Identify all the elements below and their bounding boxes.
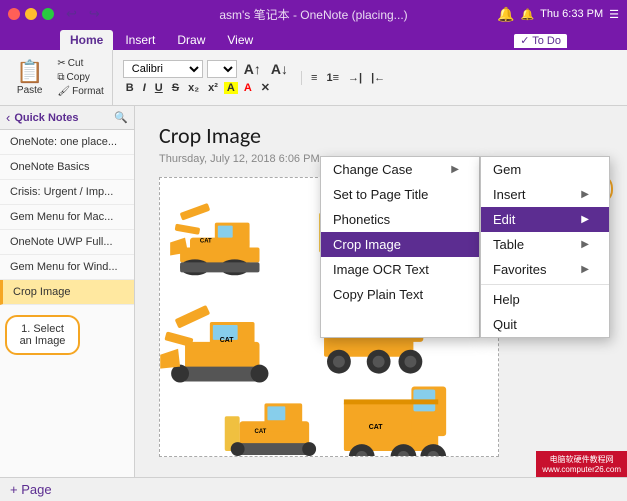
paste-label: Paste [17,85,43,96]
copy-icon: ⧉ [57,72,64,83]
traffic-lights [8,8,54,20]
cut-button[interactable]: ✂ Cut [53,57,107,70]
website-line2: www.computer26.com [542,465,621,474]
strikethrough-button[interactable]: S [169,81,182,95]
paste-group: 📋 Paste ✂ Cut ⧉ Copy 🖌 Format [6,50,113,105]
submenu-arrow-table: ▶ [581,239,589,250]
tab-insert[interactable]: Insert [115,30,165,50]
context-menu: Change Case ▶ Set to Page Title Phonetic… [320,156,480,338]
title-bar: ↩ ↪ asm's 笔记本 - OneNote (placing...) 🔔 🔔… [0,0,627,28]
menu-icon[interactable]: ☰ [609,8,619,21]
italic-button[interactable]: I [140,81,149,95]
svg-text:CAT: CAT [220,337,235,344]
search-icon[interactable]: 🔍 [114,111,128,124]
text-format-group: Calibri 11 A↑ A↓ B I U S x₂ x² A A ✕ [117,60,297,95]
maximize-button[interactable] [42,8,54,20]
clock-time: Thu 6:33 PM [540,8,603,20]
bell-icon: 🔔 [520,8,534,21]
arrow-icon: ▶ [451,164,459,175]
page-title: Crop Image [159,122,603,149]
close-button[interactable] [8,8,20,20]
menu-item-ocr[interactable]: Image OCR Text [321,257,479,282]
decrease-font-icon[interactable]: A↓ [268,60,291,78]
submenu-item-favorites[interactable]: Favorites ▶ [481,257,609,282]
undo-icon[interactable]: ↩ [64,5,79,23]
sidebar-search[interactable]: ‹ Quick Notes 🔍 [0,106,134,130]
toolbar: 📋 Paste ✂ Cut ⧉ Copy 🖌 Format Calibri [0,50,627,106]
submenu-arrow-favorites: ▶ [581,264,589,275]
bullet-list-button[interactable]: ≡ [308,71,320,85]
numbered-list-button[interactable]: 1≡ [323,71,342,85]
website-line1: 电脑软硬件教程网 [542,454,621,465]
clear-format-button[interactable]: ✕ [258,80,273,95]
paste-icon: 📋 [16,59,43,85]
font-color-button[interactable]: A [241,81,255,95]
submenu-item-gem[interactable]: Gem [481,157,609,182]
menu-item-crop-image[interactable]: Crop Image [321,232,479,257]
submenu-item-quit[interactable]: Quit [481,312,609,337]
indent-more-button[interactable]: →| [345,71,365,85]
to-do-area: ✓ To Do [514,34,567,50]
font-selector[interactable]: Calibri [123,60,203,78]
tab-home[interactable]: Home [60,30,113,50]
sidebar-item-onenote-uwp[interactable]: OneNote UWP Full... [0,230,134,255]
indent-less-button[interactable]: |← [368,71,388,85]
copy-button[interactable]: ⧉ Copy [53,71,107,84]
menu-item-set-to-page[interactable]: Set to Page Title [321,182,479,207]
add-page-button[interactable]: + Page [10,482,52,497]
back-icon[interactable]: ‹ [6,110,10,125]
app-title: asm's 笔记本 - OneNote (placing...) [219,6,407,23]
website-badge: 电脑软硬件教程网 www.computer26.com [536,451,627,477]
submenu: Gem Insert ▶ Edit ▶ Table ▶ Favorites ▶ … [480,156,610,338]
submenu-item-edit[interactable]: Edit ▶ [481,207,609,232]
sidebar-item-crisis[interactable]: Crisis: Urgent / Imp... [0,180,134,205]
bottom-bar: + Page [0,477,627,501]
tab-view[interactable]: View [217,30,263,50]
sidebar-item-onenote-one[interactable]: OneNote: one place... [0,130,134,155]
menu-item-phonetics[interactable]: Phonetics [321,207,479,232]
minimize-button[interactable] [25,8,37,20]
list-group: ≡ 1≡ →| |← [301,71,394,85]
sidebar-item-crop[interactable]: Crop Image [0,280,134,305]
svg-text:CAT: CAT [255,429,267,435]
sidebar: ‹ Quick Notes 🔍 OneNote: one place... On… [0,106,135,477]
submenu-item-help[interactable]: Help [481,287,609,312]
redo-icon[interactable]: ↪ [87,5,102,23]
subscript-button[interactable]: x₂ [185,81,202,95]
submenu-item-table[interactable]: Table ▶ [481,232,609,257]
paste-button[interactable]: 📋 Paste [10,57,49,98]
menu-divider [481,284,609,285]
underline-button[interactable]: U [152,81,166,95]
menu-item-change-case[interactable]: Change Case ▶ [321,157,479,182]
context-menu-wrapper: Change Case ▶ Set to Page Title Phonetic… [320,156,610,338]
annotation-bubble-1: 1. Select an Image [5,315,80,355]
submenu-arrow-insert: ▶ [581,189,589,200]
bold-button[interactable]: B [123,81,137,95]
system-tray: 🔔 🔔 Thu 6:33 PM ☰ [489,0,627,28]
main-wrapper: ‹ Quick Notes 🔍 OneNote: one place... On… [0,106,627,477]
font-size-selector[interactable]: 11 [207,60,237,78]
edit-buttons: ✂ Cut ⧉ Copy 🖌 Format [53,57,107,98]
todo-badge: ✓ To Do [514,34,567,48]
sidebar-item-onenote-basics[interactable]: OneNote Basics [0,155,134,180]
increase-font-icon[interactable]: A↑ [241,60,264,78]
cut-icon: ✂ [57,58,65,69]
svg-text:CAT: CAT [369,424,384,431]
svg-text:CAT: CAT [200,239,212,245]
highlight-button[interactable]: A [224,82,238,94]
format-icon: 🖌 [57,86,70,97]
menu-item-copy-plain[interactable]: Copy Plain Text [321,282,479,307]
sidebar-item-gem-wind[interactable]: Gem Menu for Wind... [0,255,134,280]
sidebar-item-gem-mac[interactable]: Gem Menu for Mac... [0,205,134,230]
format-button[interactable]: 🖌 Format [53,85,107,98]
tab-draw[interactable]: Draw [167,30,215,50]
ribbon-tabs: Home Insert Draw View ✓ To Do [0,28,627,50]
quick-notes-label: Quick Notes [14,112,110,124]
superscript-button[interactable]: x² [205,81,221,95]
onenote-icon: 🔔 [497,6,514,23]
submenu-arrow-edit: ▶ [581,214,589,225]
submenu-item-insert[interactable]: Insert ▶ [481,182,609,207]
